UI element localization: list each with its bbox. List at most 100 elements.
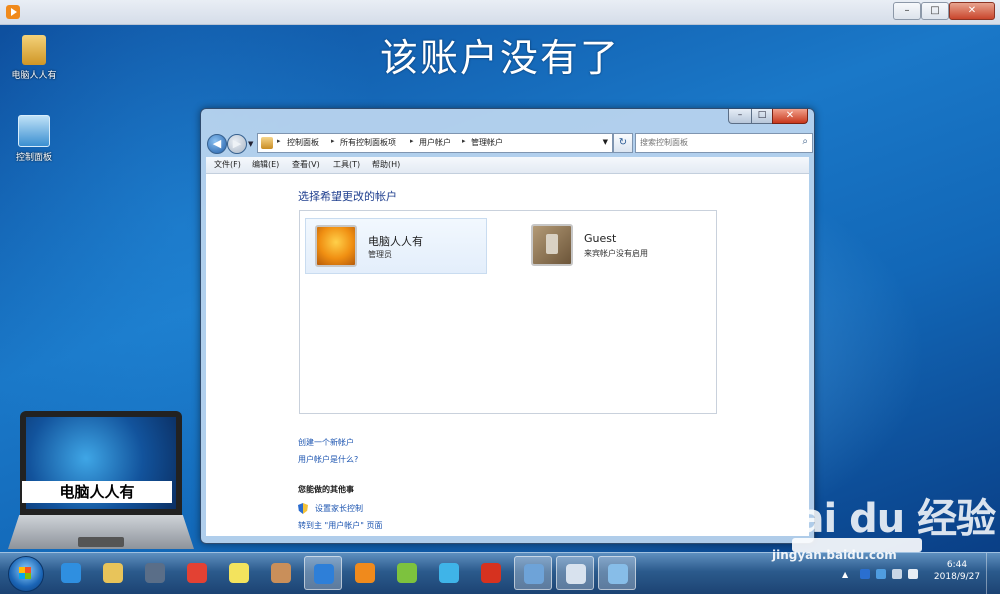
window-maximize-button[interactable]: □ xyxy=(751,109,773,124)
laptop-caption: 电脑人人有 xyxy=(22,481,172,503)
suitcase-avatar-icon xyxy=(531,224,573,266)
desktop-icon-control-panel[interactable]: 控制面板 xyxy=(4,115,64,163)
sticky-icon xyxy=(229,563,249,583)
taskbar-app-button[interactable] xyxy=(556,556,594,590)
content-area: 选择希望更改的帐户 电脑人人有 管理员 Guest 来宾帐户没有启用 创建一个新… xyxy=(206,174,809,536)
recent-pages-dropdown-icon[interactable]: ▼ xyxy=(248,140,253,148)
media-icon xyxy=(145,563,165,583)
taskbar-app-button[interactable] xyxy=(346,556,384,590)
minimize-icon: – xyxy=(737,110,743,120)
taskbar-app-button[interactable] xyxy=(472,556,510,590)
taskbar-app-button[interactable] xyxy=(514,556,552,590)
search-box[interactable]: ⌕ xyxy=(635,133,813,153)
desktop-icon-user-folder[interactable]: 电脑人人有 xyxy=(4,35,64,81)
breadcrumb-arrow-icon[interactable]: ▸ xyxy=(462,137,466,145)
account-status: 来宾帐户没有启用 xyxy=(584,249,648,258)
window-controls: – □ ✕ xyxy=(728,109,808,125)
close-icon: ✕ xyxy=(785,110,795,121)
breadcrumb-all-items[interactable]: 所有控制面板项 xyxy=(340,137,396,148)
page-title: 选择希望更改的帐户 xyxy=(298,190,397,203)
menu-help[interactable]: 帮助(H) xyxy=(372,159,400,170)
search-icon[interactable]: ⌕ xyxy=(802,136,808,147)
menu-bar: 文件(F) 编辑(E) 查看(V) 工具(T) 帮助(H) xyxy=(206,157,809,174)
account-list: 电脑人人有 管理员 Guest 来宾帐户没有启用 xyxy=(299,210,717,414)
menu-tools[interactable]: 工具(T) xyxy=(333,159,360,170)
taskbar-app-button[interactable] xyxy=(220,556,258,590)
flower-avatar-icon xyxy=(315,225,357,267)
what-is-account-link[interactable]: 用户帐户是什么? xyxy=(298,454,358,465)
breadcrumb-control-panel[interactable]: 控制面板 xyxy=(287,137,319,148)
baidu-jingyan-watermark: Bai du 经验 jingyan.baidu.com xyxy=(768,486,1000,586)
maximize-icon: □ xyxy=(757,110,767,120)
paint-icon xyxy=(271,563,291,583)
control-panel-icon xyxy=(261,137,273,149)
control-panel-icon xyxy=(18,115,50,147)
parental-controls-link[interactable]: 设置家长控制 xyxy=(315,503,363,514)
menu-file[interactable]: 文件(F) xyxy=(214,159,241,170)
account-tile-guest[interactable]: Guest 来宾帐户没有启用 xyxy=(522,218,702,272)
search-input[interactable] xyxy=(640,136,790,149)
breadcrumb-arrow-icon[interactable]: ▸ xyxy=(277,137,281,145)
explorer-window: – □ ✕ ◀ ▶ ▼ ▸ 控制面板 ▸ 所有控制面板项 ▸ 用户帐户 ▸ 管理… xyxy=(200,108,815,544)
player-icon xyxy=(6,5,20,19)
folder-icon xyxy=(103,563,123,583)
breadcrumb-arrow-icon[interactable]: ▸ xyxy=(410,137,414,145)
account-tile-admin[interactable]: 电脑人人有 管理员 xyxy=(305,218,487,274)
watermark-logo: Bai du 经验 xyxy=(768,496,996,542)
back-button[interactable]: ◀ xyxy=(207,134,227,154)
user-folder-icon xyxy=(22,35,46,65)
menu-view[interactable]: 查看(V) xyxy=(292,159,320,170)
monitor-icon xyxy=(566,564,586,584)
create-account-link[interactable]: 创建一个新帐户 xyxy=(298,437,354,448)
maximize-icon: □ xyxy=(930,5,940,16)
window-minimize-button[interactable]: – xyxy=(728,109,752,124)
ie-icon xyxy=(61,563,81,583)
breadcrumb-manage-accounts[interactable]: 管理帐户 xyxy=(471,137,503,148)
player-close-button[interactable]: ✕ xyxy=(949,2,995,20)
address-dropdown-icon[interactable]: ▼ xyxy=(603,138,608,146)
watermark-url: jingyan.baidu.com xyxy=(772,548,897,562)
player-minimize-button[interactable]: – xyxy=(893,2,921,20)
pinwheel-icon xyxy=(397,563,417,583)
window-close-button[interactable]: ✕ xyxy=(772,109,808,124)
laptop-touchpad xyxy=(78,537,124,547)
breadcrumb-user-accounts[interactable]: 用户帐户 xyxy=(419,137,451,148)
shield-icon xyxy=(298,503,308,514)
account-name: Guest xyxy=(584,232,617,245)
start-button[interactable] xyxy=(8,556,44,592)
refresh-button[interactable]: ↻ xyxy=(613,133,633,153)
address-bar[interactable]: ▸ 控制面板 ▸ 所有控制面板项 ▸ 用户帐户 ▸ 管理帐户 ▼ xyxy=(257,133,613,153)
taskbar-app-button[interactable] xyxy=(304,556,342,590)
breadcrumb-arrow-icon[interactable]: ▸ xyxy=(331,137,335,145)
other-tasks-heading: 您能做的其他事 xyxy=(298,485,354,494)
chrome-icon xyxy=(187,563,207,583)
banner-title: 该账户没有了 xyxy=(379,36,620,80)
player-icon xyxy=(355,563,375,583)
taskbar-app-button[interactable] xyxy=(262,556,300,590)
player-titlebar: – □ ✕ xyxy=(0,0,1000,25)
forward-button[interactable]: ▶ xyxy=(227,134,247,154)
taskbar-app-button[interactable] xyxy=(94,556,132,590)
desktop-icon-label: 控制面板 xyxy=(15,153,52,163)
taskbar-app-button[interactable] xyxy=(598,556,636,590)
cloud-icon xyxy=(439,563,459,583)
goto-user-accounts-link[interactable]: 转到主 "用户帐户" 页面 xyxy=(298,520,382,531)
player-maximize-button[interactable]: □ xyxy=(921,2,949,20)
sogou-icon xyxy=(314,564,334,584)
minimize-icon: – xyxy=(904,5,910,16)
desktop-icon-label: 电脑人人有 xyxy=(11,71,57,81)
account-type: 管理员 xyxy=(368,250,392,259)
back-arrow-icon: ◀ xyxy=(212,137,222,150)
refresh-icon: ↻ xyxy=(618,137,628,148)
taskbar-app-button[interactable] xyxy=(136,556,174,590)
chess-icon xyxy=(481,563,501,583)
network-icon xyxy=(524,564,544,584)
desktop: 该账户没有了 电脑人人有 控制面板 电脑人人有 – □ ✕ ◀ ▶ ▼ ▸ 控制 xyxy=(0,25,1000,552)
close-icon: ✕ xyxy=(967,5,977,16)
taskbar-app-button[interactable] xyxy=(52,556,90,590)
taskbar-app-button[interactable] xyxy=(430,556,468,590)
taskbar-app-button[interactable] xyxy=(178,556,216,590)
laptop-logo-overlay: 电脑人人有 xyxy=(8,411,198,552)
menu-edit[interactable]: 编辑(E) xyxy=(252,159,279,170)
taskbar-app-button[interactable] xyxy=(388,556,426,590)
